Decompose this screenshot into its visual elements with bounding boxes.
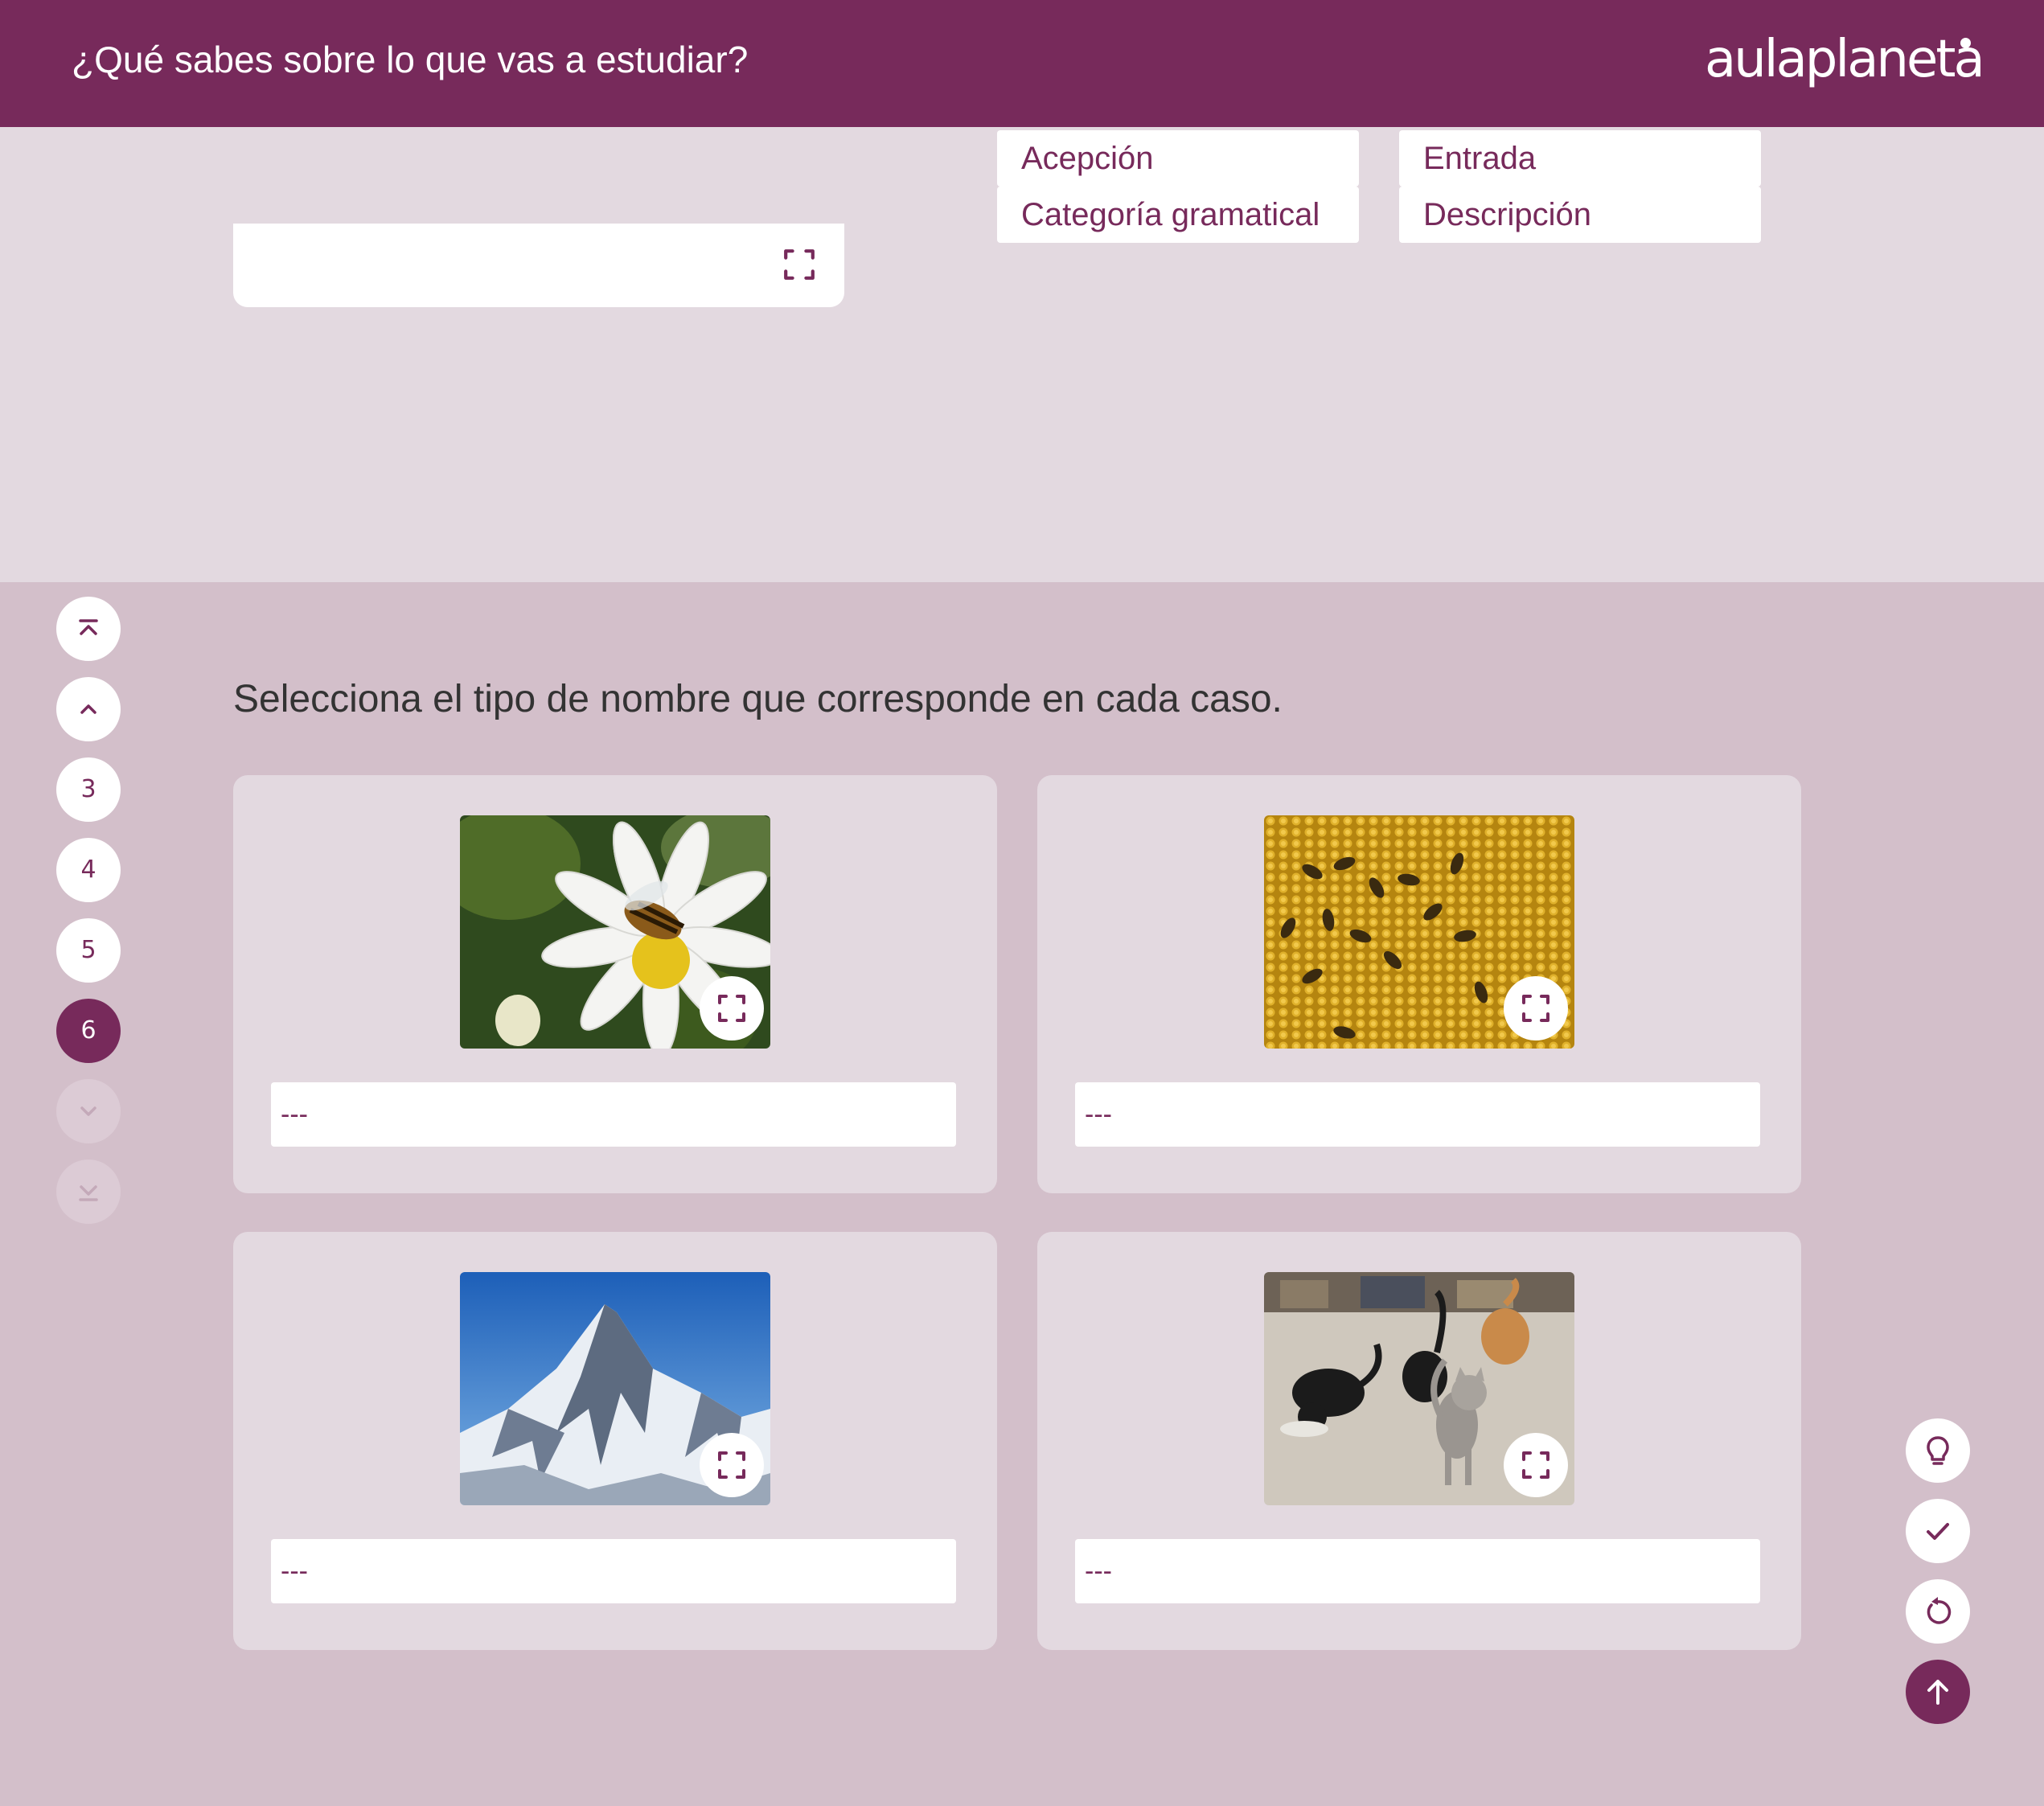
top-header: ¿Qué sabes sobre lo que vas a estudiar? … <box>0 0 2044 127</box>
reset-button[interactable] <box>1906 1579 1970 1644</box>
bees-on-honeycomb-photo[interactable] <box>1264 815 1574 1049</box>
chevrons-up-to-top-icon <box>79 619 98 635</box>
aulaplaneta-logo: aulaplaneta <box>1705 30 1985 89</box>
previous-image-card <box>233 224 844 307</box>
chip-entrada[interactable]: Entrada <box>1399 130 1761 187</box>
expand-icon <box>718 995 745 1022</box>
answer-select-2[interactable]: --- <box>1075 1082 1760 1147</box>
chip-acepcion[interactable]: Acepción <box>997 130 1359 187</box>
scroll-top-button[interactable] <box>1906 1660 1970 1724</box>
chevron-up-icon <box>80 704 96 714</box>
go-next-button[interactable] <box>56 1079 121 1143</box>
chevron-down-icon <box>80 1106 96 1116</box>
chip-descripcion[interactable]: Descripción <box>1399 187 1761 243</box>
answer-select-3[interactable]: --- <box>271 1539 956 1603</box>
check-answers-button[interactable] <box>1906 1499 1970 1563</box>
answer-card-1: --- <box>233 775 997 1193</box>
cats-eating-photo[interactable] <box>1264 1272 1574 1505</box>
chevrons-down-to-bottom-icon <box>79 1185 98 1201</box>
go-first-button[interactable] <box>56 597 121 661</box>
expand-image-button[interactable] <box>1504 976 1568 1041</box>
page-3-button[interactable]: 3 <box>56 757 121 822</box>
check-icon <box>1927 1523 1949 1540</box>
arrow-up-icon <box>1927 1680 1948 1705</box>
expand-image-button[interactable] <box>700 1433 764 1497</box>
answer-card-2: --- <box>1037 775 1801 1193</box>
expand-icon <box>1522 1451 1549 1479</box>
reset-icon <box>1927 1597 1952 1624</box>
logo-dot <box>1960 38 1971 48</box>
answer-card-3: --- <box>233 1232 997 1650</box>
page-4-button[interactable]: 4 <box>56 838 121 902</box>
go-last-button[interactable] <box>56 1160 121 1224</box>
answer-select-4[interactable]: --- <box>1075 1539 1760 1603</box>
question-text: Selecciona el tipo de nombre que corresp… <box>233 678 1283 720</box>
page-6-button[interactable]: 6 <box>56 999 121 1063</box>
page-title: ¿Qué sabes sobre lo que vas a estudiar? <box>72 39 749 80</box>
expand-image-button[interactable] <box>1504 1433 1568 1497</box>
go-previous-button[interactable] <box>56 677 121 741</box>
expand-icon <box>718 1451 745 1479</box>
answer-select-1[interactable]: --- <box>271 1082 956 1147</box>
expand-icon[interactable] <box>782 248 816 281</box>
expand-image-button[interactable] <box>700 976 764 1041</box>
bee-on-daisy-photo[interactable] <box>460 815 770 1049</box>
expand-icon <box>1522 995 1549 1022</box>
answer-card-4: --- <box>1037 1232 1801 1650</box>
snowy-mountain-photo[interactable] <box>460 1272 770 1505</box>
chip-categoria-gramatical[interactable]: Categoría gramatical <box>997 187 1359 243</box>
lightbulb-icon <box>1927 1436 1949 1465</box>
previous-exercise-section: Acepción Entrada Categoría gramatical De… <box>0 127 2044 582</box>
hint-button[interactable] <box>1906 1418 1970 1483</box>
page-5-button[interactable]: 5 <box>56 918 121 983</box>
